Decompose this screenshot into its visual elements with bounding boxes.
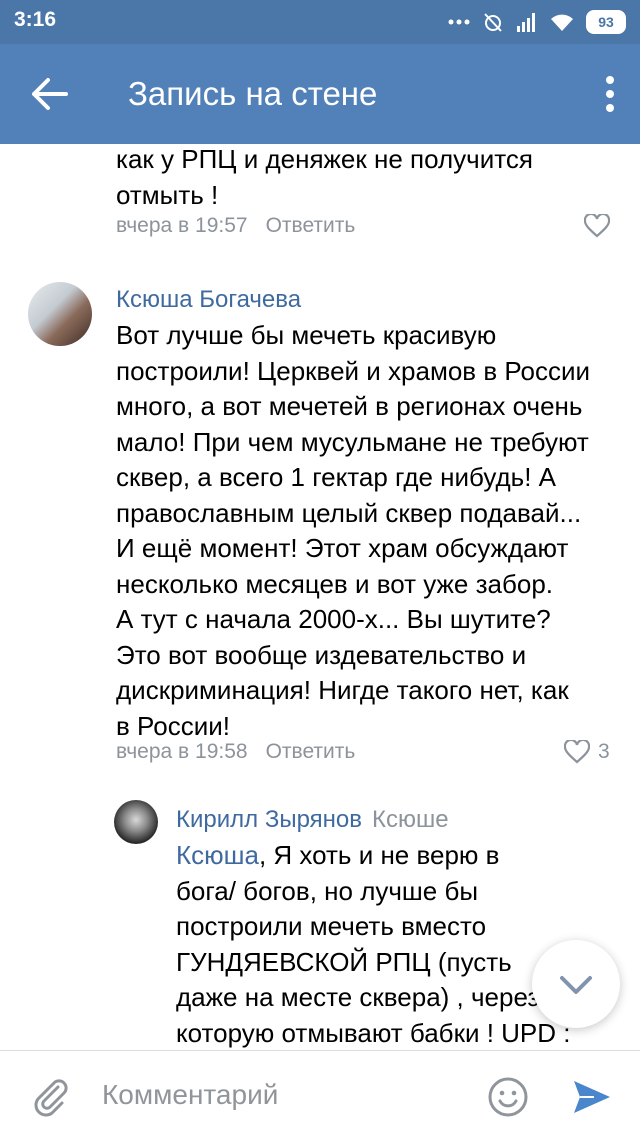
comment-meta: вчера в 19:58 Ответить [116, 740, 355, 764]
comment-text-line: как у РПЦ и деняжек не получится [116, 144, 533, 174]
status-icons: 93 [448, 8, 626, 36]
reply-header: Кирилл Зырянов Ксюше [176, 806, 449, 834]
comment-text-line: в России! [116, 710, 230, 741]
avatar[interactable] [114, 800, 158, 844]
comment-text-line: отмыть ! [116, 179, 219, 210]
like-button[interactable] [584, 214, 610, 238]
comment-text-line: Ксюша, Я хоть и не верю в [176, 838, 570, 874]
comment-text-line: дискриминация! Нигде такого нет, как [116, 675, 569, 705]
like-button[interactable]: 3 [564, 740, 610, 764]
comment-text-line: много, а вот мечетей в регионах очень [116, 391, 583, 421]
wifi-icon [551, 14, 573, 31]
status-bar: 3:16 93 [0, 0, 640, 44]
reply-button[interactable]: Ответить [266, 214, 356, 237]
send-icon[interactable] [570, 1075, 614, 1119]
like-count: 3 [598, 740, 610, 763]
comment-text: как у РПЦ и деняжек не получится отмыть … [116, 144, 533, 213]
comment-text-line: даже на месте сквера) , через [176, 982, 540, 1012]
comment-text-line: Вот лучше бы мечеть красивую [116, 320, 497, 350]
comment-text-line: Это вот вообще издевательство и [116, 639, 527, 670]
comment-input[interactable]: Комментарий [102, 1075, 472, 1115]
comment-text-line: которую отмывают бабки ! UPD : [176, 1017, 571, 1048]
back-arrow-icon[interactable] [26, 72, 74, 116]
chevron-down-icon [560, 976, 592, 994]
avatar[interactable] [28, 282, 92, 346]
app-toolbar: Запись на стене [0, 44, 640, 144]
comment-author[interactable]: Ксюша Богачева [116, 286, 301, 314]
comment-text-line: построили мечеть вместо [176, 911, 487, 941]
comment-meta: вчера в 19:57 Ответить [116, 214, 355, 238]
comment-text: Вот лучше бы мечеть красивую построили! … [116, 318, 590, 744]
more-notifications-icon [448, 19, 470, 25]
comment-text-line: построили! Церквей и храмов в России [116, 355, 591, 386]
comment-text-line: И ещё момент! Этот храм обсуждают [116, 533, 569, 563]
comment-text-line: несколько месяцев и вот уже забор. [116, 568, 554, 599]
page-title: Запись на стене [128, 75, 378, 112]
heart-icon [584, 214, 610, 238]
comment-text-line: мало! При чем мусульмане не требуют [116, 426, 589, 457]
emoji-icon[interactable] [486, 1075, 530, 1119]
comment-time: вчера в 19:58 [116, 740, 248, 763]
comment-text-line: ГУНДЯЕВСКОЙ РПЦ (пусть [176, 946, 512, 977]
comment-text-line: бога/ богов, но лучше бы [176, 875, 479, 906]
comment-item: как у РПЦ и деняжек не получится отмыть … [0, 144, 640, 254]
comment-text-line: сквер, а всего 1 гектар где нибудь! А [116, 462, 557, 492]
heart-icon [564, 740, 590, 764]
comment-time: вчера в 19:57 [116, 214, 248, 237]
battery-indicator: 93 [586, 10, 626, 34]
paperclip-icon[interactable] [28, 1073, 72, 1117]
scroll-down-button[interactable] [532, 940, 620, 1028]
comment-text-line: православным целый сквер подавай... [116, 497, 582, 528]
alarm-off-icon [484, 13, 502, 32]
mention-link[interactable]: Ксюша [176, 840, 259, 870]
comment-composer: Комментарий [0, 1050, 640, 1139]
more-options-icon[interactable] [600, 74, 620, 114]
comment-text-line: А тут с начала 2000-х... Вы шутите? [116, 604, 551, 634]
comment-text-fragment: , Я хоть и не верю в [258, 840, 500, 870]
comment-text: Ксюша, Я хоть и не верю в бога/ богов, н… [176, 838, 570, 1050]
status-time: 3:16 [14, 8, 57, 31]
reply-to-label[interactable]: Ксюше [372, 806, 449, 833]
comment-author[interactable]: Кирилл Зырянов [176, 806, 362, 833]
comments-list[interactable]: как у РПЦ и деняжек не получится отмыть … [0, 144, 640, 1050]
comment-item: Ксюша Богачева Вот лучше бы мечеть краси… [0, 268, 640, 788]
signal-icon [517, 13, 535, 32]
reply-button[interactable]: Ответить [266, 740, 356, 763]
